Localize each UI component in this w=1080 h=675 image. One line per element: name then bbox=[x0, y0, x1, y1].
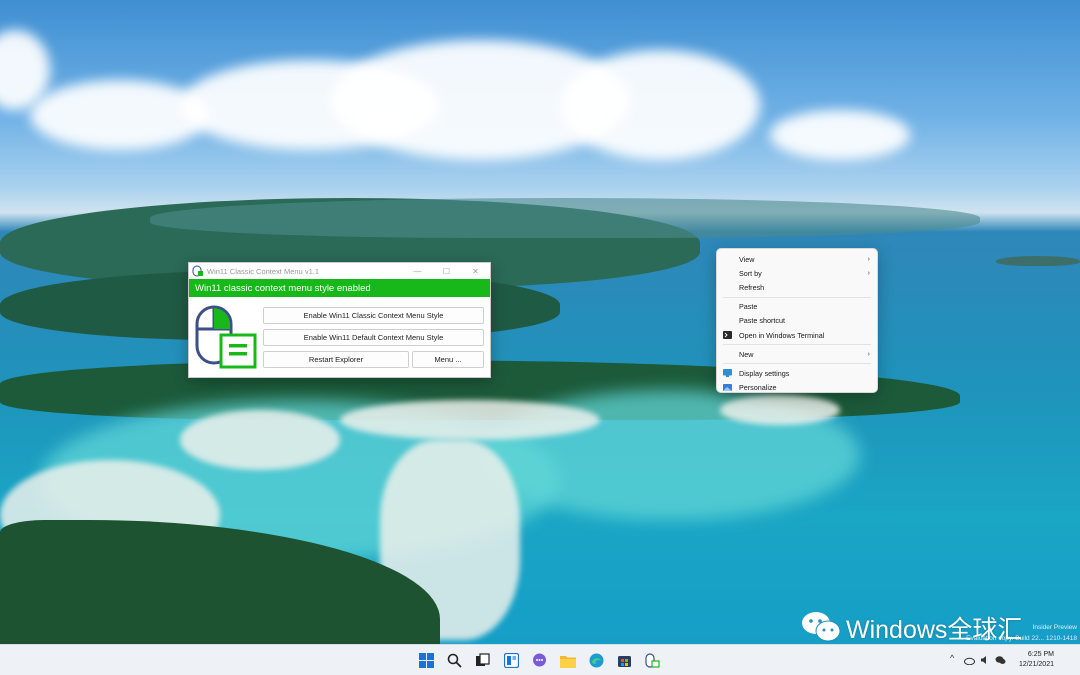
file-explorer-icon[interactable] bbox=[559, 652, 576, 669]
window-body: Enable Win11 Classic Context Menu Style … bbox=[189, 297, 490, 377]
store-icon[interactable] bbox=[616, 652, 633, 669]
edge-icon[interactable] bbox=[588, 652, 605, 669]
wallpaper-cloud bbox=[560, 50, 760, 160]
chat-icon[interactable] bbox=[531, 652, 548, 669]
eval-line-1: Insider Preview bbox=[1032, 624, 1077, 631]
eval-line-2: Evaluation copy. Build 22... 1210-1418 bbox=[966, 635, 1077, 642]
mouse-menu-icon bbox=[195, 305, 257, 369]
evaluation-watermark: Insider Preview Evaluation copy. Build 2… bbox=[966, 622, 1077, 644]
chevron-right-icon: › bbox=[867, 269, 870, 277]
menu-separator bbox=[723, 344, 871, 346]
terminal-icon bbox=[723, 330, 732, 339]
enable-classic-style-button[interactable]: Enable Win11 Classic Context Menu Style bbox=[263, 307, 484, 324]
menu-item-label: View bbox=[739, 254, 755, 264]
personalize-icon bbox=[723, 383, 732, 391]
window-titlebar[interactable]: Win11 Classic Context Menu v1.1 — ☐ ✕ bbox=[189, 263, 490, 279]
menu-separator bbox=[723, 296, 871, 298]
start-icon[interactable] bbox=[418, 652, 435, 669]
menu-item-paste-shortcut[interactable]: Paste shortcut bbox=[717, 314, 877, 328]
enable-default-style-button[interactable]: Enable Win11 Default Context Menu Style bbox=[263, 329, 484, 346]
clock-time: 6:25 PM bbox=[1027, 651, 1054, 658]
minimize-button[interactable]: — bbox=[403, 263, 432, 279]
wallpaper-sand bbox=[340, 400, 600, 440]
chevron-right-icon: › bbox=[867, 255, 870, 263]
menu-item-label: New bbox=[739, 349, 754, 359]
menu-item-display-settings[interactable]: Display settings bbox=[717, 366, 877, 380]
menu-item-new[interactable]: New › bbox=[717, 347, 877, 361]
close-button[interactable]: ✕ bbox=[461, 263, 490, 279]
clock-date: 12/21/2021 bbox=[1018, 661, 1054, 668]
classic-menu-app-icon[interactable] bbox=[644, 652, 661, 669]
wallpaper-sand bbox=[180, 410, 340, 470]
taskbar: ^ 6:25 PM 12/21/2021 bbox=[0, 644, 1080, 675]
menu-item-label: Open in Windows Terminal bbox=[739, 330, 825, 340]
menu-item-paste[interactable]: Paste bbox=[717, 300, 877, 314]
menu-item-label: Refresh bbox=[739, 282, 765, 292]
menu-item-label: Paste bbox=[739, 302, 758, 312]
tray-chevron-icon[interactable]: ^ bbox=[950, 653, 954, 663]
menu-item-view[interactable]: View › bbox=[717, 252, 877, 266]
wallpaper-sand bbox=[720, 395, 840, 425]
menu-item-sort-by[interactable]: Sort by › bbox=[717, 266, 877, 280]
menu-item-refresh[interactable]: Refresh bbox=[717, 280, 877, 294]
display-icon bbox=[723, 369, 732, 378]
desktop-context-menu: View › Sort by › Refresh Paste Paste sho… bbox=[716, 248, 878, 393]
wechat-logo-icon bbox=[802, 612, 841, 642]
menu-item-label: Sort by bbox=[739, 268, 762, 278]
restart-explorer-button[interactable]: Restart Explorer bbox=[263, 351, 409, 368]
menu-item-label: Display settings bbox=[739, 368, 790, 378]
menu-button[interactable]: Menu ... bbox=[412, 351, 484, 368]
classic-context-menu-window: Win11 Classic Context Menu v1.1 — ☐ ✕ Wi… bbox=[188, 262, 491, 378]
menu-item-open-terminal[interactable]: Open in Windows Terminal bbox=[717, 328, 877, 342]
wechat-tray-icon[interactable] bbox=[995, 655, 1006, 665]
speaker-icon[interactable] bbox=[980, 655, 990, 665]
onedrive-icon[interactable] bbox=[964, 656, 975, 665]
maximize-button[interactable]: ☐ bbox=[432, 263, 461, 279]
desktop-wallpaper[interactable]: Windows全球汇 Insider Preview Evaluation co… bbox=[0, 0, 1080, 644]
task-view-icon[interactable] bbox=[474, 652, 491, 669]
menu-separator bbox=[723, 363, 871, 365]
wallpaper-cloud bbox=[770, 110, 910, 160]
menu-item-label: Personalize bbox=[739, 383, 777, 393]
window-title: Win11 Classic Context Menu v1.1 bbox=[207, 266, 319, 276]
app-title-icon bbox=[192, 265, 203, 277]
menu-item-label: Paste shortcut bbox=[739, 316, 785, 326]
widgets-icon[interactable] bbox=[503, 652, 520, 669]
chevron-right-icon: › bbox=[867, 350, 870, 358]
search-icon[interactable] bbox=[446, 652, 463, 669]
wallpaper-mountain bbox=[150, 198, 980, 238]
taskbar-clock[interactable]: 6:25 PM 12/21/2021 bbox=[1019, 650, 1054, 670]
menu-item-personalize[interactable]: Personalize bbox=[717, 381, 877, 395]
wallpaper-islet bbox=[996, 256, 1080, 266]
status-banner: Win11 classic context menu style enabled bbox=[189, 279, 490, 297]
